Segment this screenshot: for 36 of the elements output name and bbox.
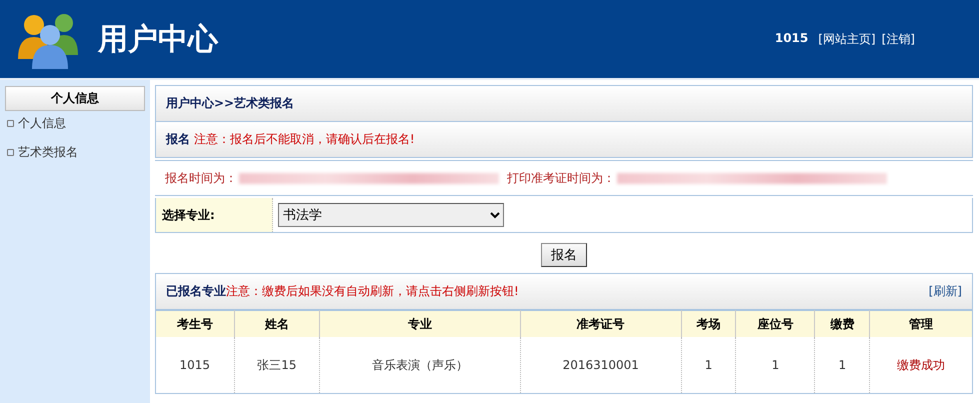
column-header: 姓名 (234, 310, 320, 337)
header-link[interactable]: [网站主页] (818, 30, 876, 48)
table-cell: 张三15 (234, 337, 320, 393)
table-cell: 音乐表演（声乐） (320, 337, 520, 393)
table-cell: 2016310001 (520, 337, 682, 393)
user-id: 1015 (774, 30, 808, 46)
major-select[interactable]: 书法学 (278, 203, 504, 227)
submit-button[interactable]: 报名 (541, 243, 587, 267)
table-cell: 1 (814, 337, 870, 393)
page-title: 用户中心 (98, 20, 220, 58)
notice-text: 注意：报名后不能取消，请确认后在报名! (194, 131, 415, 148)
column-header: 管理 (870, 310, 972, 337)
sidebar-heading: 个人信息 (5, 86, 145, 111)
bullet-icon (7, 149, 14, 156)
header-link[interactable]: [注销] (882, 30, 915, 48)
sidebar-item[interactable]: 艺术类报名 (18, 144, 78, 161)
column-header: 专业 (320, 310, 520, 337)
bullet-icon (7, 120, 14, 127)
notice-text: 注意：缴费后如果没有自动刷新，请点击右侧刷新按钮! (226, 284, 519, 298)
column-header: 缴费 (814, 310, 870, 337)
breadcrumb: 用户中心>>艺术类报名 (166, 95, 294, 112)
column-header: 座位号 (736, 310, 815, 337)
section-label: 已报名专业 (166, 284, 226, 298)
sidebar-item[interactable]: 个人信息 (18, 115, 66, 132)
table-cell: 缴费成功 (870, 337, 972, 393)
time-label: 打印准考证时间为： (507, 170, 615, 186)
column-header: 考生号 (156, 310, 234, 337)
section-label: 报名 (166, 131, 190, 148)
table-cell: 1 (736, 337, 815, 393)
table-cell: 1015 (156, 337, 234, 393)
refresh-link[interactable]: [刷新] (928, 283, 962, 300)
column-header: 考场 (681, 310, 736, 337)
table-cell: 1 (681, 337, 736, 393)
field-label: 选择专业: (162, 206, 215, 224)
time-label: 报名时间为： (165, 170, 237, 186)
column-header: 准考证号 (520, 310, 682, 337)
